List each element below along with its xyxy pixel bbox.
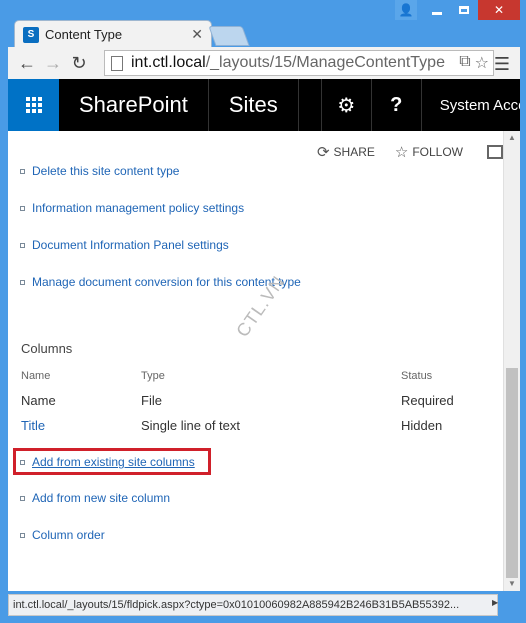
add-existing-columns-link[interactable]: Add from existing site columns xyxy=(32,455,195,469)
share-button[interactable]: ⟳ SHARE xyxy=(317,143,375,161)
omnibox-actions: ⧉ ☆ xyxy=(455,53,489,73)
delete-content-type-link[interactable]: Delete this site content type xyxy=(32,164,179,178)
close-window-button[interactable]: ✕ xyxy=(478,0,520,20)
table-cell-type: Single line of text xyxy=(141,418,241,433)
bullet-icon xyxy=(20,242,25,248)
add-new-column-link[interactable]: Add from new site column xyxy=(32,491,170,505)
minimize-button[interactable] xyxy=(424,0,450,20)
columns-heading: Columns xyxy=(21,341,73,356)
bullet-icon xyxy=(20,532,25,538)
user-icon[interactable]: 👤 xyxy=(395,0,417,20)
scroll-down-icon[interactable]: ▼ xyxy=(508,579,516,588)
browser-window: 👤 ✕ S Content Type ✕ ← → ↻ int.ctl.local… xyxy=(0,0,526,623)
ribbon-actions: ⟳ SHARE ☆ FOLLOW xyxy=(317,143,503,161)
table-cell-type: File xyxy=(141,393,162,408)
new-tab-button[interactable] xyxy=(208,26,250,46)
help-icon[interactable]: ? xyxy=(370,79,421,131)
browser-toolbar: ← → ↻ int.ctl.local/_layouts/15/ManageCo… xyxy=(8,47,520,79)
bullet-icon xyxy=(20,168,25,174)
sites-link[interactable]: Sites xyxy=(209,79,299,131)
bullet-icon xyxy=(20,279,25,285)
list-item[interactable]: Document Information Panel settings xyxy=(20,238,229,252)
list-item[interactable]: Delete this site content type xyxy=(20,164,179,178)
column-header-type: Type xyxy=(141,370,165,382)
list-item[interactable]: Manage document conversion for this cont… xyxy=(20,275,301,289)
info-policy-link[interactable]: Information management policy settings xyxy=(32,201,244,215)
url-path: /_layouts/15/ManageContentType xyxy=(205,54,445,71)
reload-icon[interactable]: ↻ xyxy=(66,53,92,74)
sharepoint-favicon-icon: S xyxy=(23,26,39,43)
scroll-up-icon[interactable]: ▲ xyxy=(508,133,516,142)
table-cell-status: Hidden xyxy=(401,418,443,433)
settings-gear-icon[interactable]: ⚙ xyxy=(320,79,371,131)
follow-label: FOLLOW xyxy=(412,145,463,159)
doc-info-panel-link[interactable]: Document Information Panel settings xyxy=(32,238,229,252)
list-item[interactable]: Information management policy settings xyxy=(20,201,244,215)
list-item[interactable]: Add from new site column xyxy=(20,491,170,505)
title-column-link[interactable]: Title xyxy=(21,418,45,433)
sharepoint-suite-bar: SharePoint Sites ⚙ ? System Account xyxy=(8,79,520,131)
column-order-link[interactable]: Column order xyxy=(32,528,105,542)
page-icon xyxy=(111,55,123,71)
sharepoint-brand[interactable]: SharePoint xyxy=(59,79,209,131)
follow-button[interactable]: ☆ FOLLOW xyxy=(395,143,463,161)
bullet-icon xyxy=(20,495,25,501)
list-item[interactable]: Add from existing site columns xyxy=(20,455,195,469)
column-header-name: Name xyxy=(21,370,51,382)
focus-mode-icon[interactable] xyxy=(487,145,503,159)
window-controls: 👤 ✕ xyxy=(395,0,520,22)
table-cell-status: Required xyxy=(401,393,454,408)
list-item[interactable]: Column order xyxy=(20,528,105,542)
star-icon: ☆ xyxy=(394,144,409,161)
tab-title: Content Type xyxy=(45,27,123,42)
share-label: SHARE xyxy=(333,145,375,159)
back-icon[interactable]: ← xyxy=(14,53,40,74)
status-bar-url: int.ctl.local/_layouts/15/fldpick.aspx?c… xyxy=(8,594,498,616)
tab-close-icon[interactable]: ✕ xyxy=(191,26,203,43)
table-cell-name: Name xyxy=(21,393,56,408)
vertical-scrollbar[interactable]: ▲ ▼ xyxy=(503,131,520,591)
url-text: int.ctl.local/_layouts/15/ManageContentT… xyxy=(131,54,445,72)
scroll-thumb[interactable] xyxy=(506,368,518,578)
page-content: ⟳ SHARE ☆ FOLLOW Delete this site conten… xyxy=(8,131,503,591)
share-icon: ⟳ xyxy=(316,144,330,161)
browser-tab[interactable]: S Content Type ✕ xyxy=(14,20,212,48)
account-menu[interactable]: System Account xyxy=(420,79,520,131)
maximize-button[interactable] xyxy=(451,0,477,20)
app-launcher-icon[interactable] xyxy=(8,79,59,131)
bookmark-star-icon[interactable]: ☆ xyxy=(475,53,489,73)
address-bar[interactable]: int.ctl.local/_layouts/15/ManageContentT… xyxy=(104,50,494,76)
status-arrow-icon: ▶ xyxy=(492,598,499,607)
bullet-icon xyxy=(20,205,25,211)
browser-menu-icon[interactable]: ☰ xyxy=(494,54,510,75)
translate-icon[interactable]: ⧉ xyxy=(459,53,470,73)
bullet-icon xyxy=(20,459,25,465)
column-header-status: Status xyxy=(401,370,433,382)
forward-icon[interactable]: → xyxy=(40,53,66,74)
url-host: int.ctl.local xyxy=(131,54,206,71)
